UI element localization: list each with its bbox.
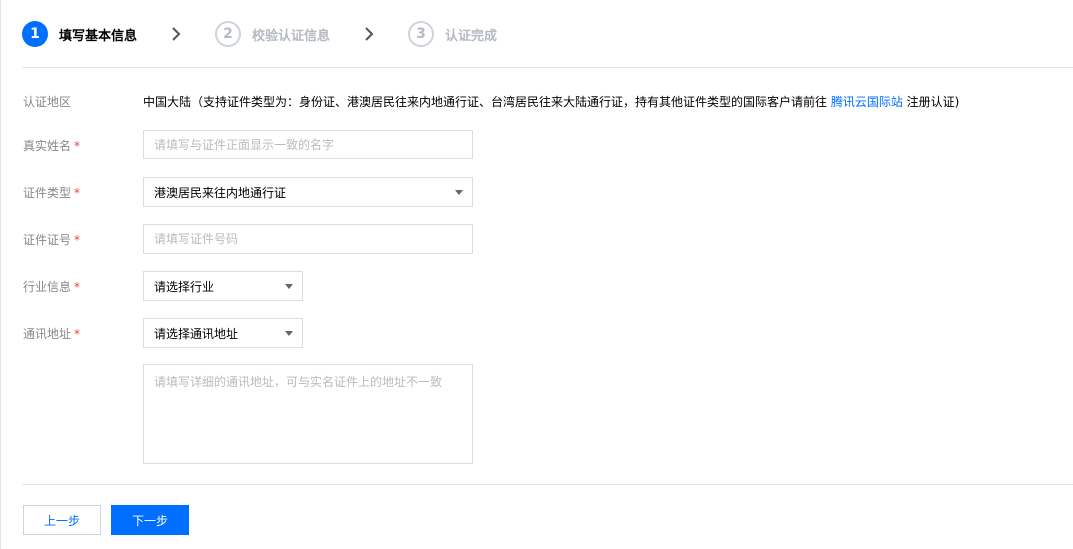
caret-down-icon	[285, 284, 293, 289]
region-value: 中国大陆（支持证件类型为：身份证、港澳居民往来内地通行证、台湾居民往来大陆通行证…	[143, 93, 959, 110]
required-mark: *	[74, 280, 81, 294]
region-description-end: 注册认证)	[902, 95, 960, 109]
step-3-label: 认证完成	[445, 28, 498, 44]
required-mark: *	[74, 186, 81, 200]
international-site-link[interactable]: 腾讯云国际站	[831, 95, 903, 109]
required-mark: *	[74, 233, 81, 247]
id-number-input[interactable]	[143, 224, 473, 254]
step-1-number: 1	[22, 21, 48, 47]
real-name-input[interactable]	[143, 130, 473, 159]
bottom-divider	[22, 484, 1073, 485]
address-region-selected: 请选择通讯地址	[154, 326, 239, 341]
step-1: 1 填写基本信息	[22, 21, 137, 47]
region-description: 中国大陆（支持证件类型为：身份证、港澳居民往来内地通行证、台湾居民往来大陆通行证…	[143, 95, 831, 109]
required-mark: *	[74, 327, 81, 341]
address-region-select[interactable]: 请选择通讯地址	[143, 318, 303, 348]
id-type-label-text: 证件类型	[23, 186, 72, 200]
address-detail-textarea[interactable]	[143, 364, 473, 464]
step-2: 2 校验认证信息	[215, 21, 330, 47]
region-label-text: 认证地区	[23, 95, 72, 109]
step-2-number: 2	[215, 21, 242, 47]
industry-label-text: 行业信息	[23, 280, 72, 294]
industry-select[interactable]: 请选择行业	[143, 271, 303, 301]
step-2-label: 校验认证信息	[252, 28, 331, 44]
next-step-button[interactable]: 下一步	[111, 505, 189, 535]
caret-down-icon	[455, 190, 463, 195]
step-3: 3 认证完成	[408, 21, 497, 47]
region-label: 认证地区	[23, 93, 71, 110]
chevron-right-icon	[167, 25, 185, 43]
industry-selected: 请选择行业	[154, 279, 215, 294]
previous-step-button[interactable]: 上一步	[23, 505, 101, 535]
caret-down-icon	[285, 331, 293, 336]
name-label-text: 真实姓名	[23, 139, 72, 153]
step-1-label: 填写基本信息	[59, 28, 138, 44]
step-3-number: 3	[408, 21, 435, 47]
id-type-label: 证件类型 *	[23, 184, 80, 201]
id-type-select[interactable]: 港澳居民来往内地通行证	[143, 177, 473, 207]
required-mark: *	[74, 139, 81, 153]
chevron-right-icon	[360, 25, 378, 43]
address-label-text: 通讯地址	[23, 327, 72, 341]
id-number-label-text: 证件证号	[23, 233, 72, 247]
page-frame: 1 填写基本信息 2 校验认证信息 3 认证完成 认证地区 中国大陆（支持证件类…	[0, 0, 1073, 549]
address-label: 通讯地址 *	[23, 325, 80, 342]
name-label: 真实姓名 *	[23, 137, 80, 154]
top-divider	[22, 67, 1073, 68]
industry-label: 行业信息 *	[23, 278, 80, 295]
id-type-selected: 港澳居民来往内地通行证	[154, 185, 287, 200]
step-indicator: 1 填写基本信息 2 校验认证信息 3 认证完成	[22, 20, 497, 48]
id-number-label: 证件证号 *	[23, 231, 80, 248]
